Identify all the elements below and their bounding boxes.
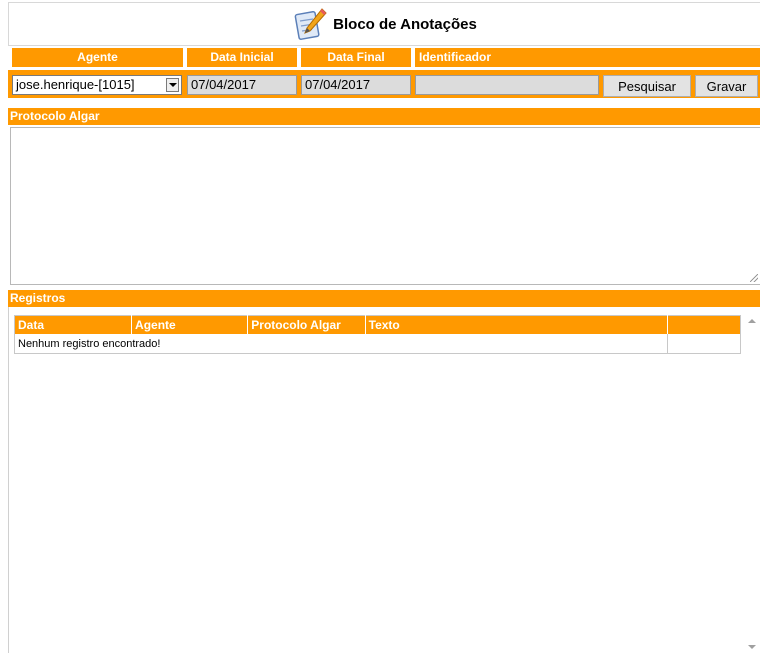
scroll-up-icon[interactable] xyxy=(748,319,756,323)
chevron-down-icon[interactable] xyxy=(166,78,179,92)
identifier-field[interactable] xyxy=(415,75,599,95)
table-header-row: Data Agente Protocolo Algar Texto xyxy=(14,315,741,334)
column-header-protocolo: Protocolo Algar xyxy=(247,315,366,334)
search-button[interactable]: Pesquisar xyxy=(603,75,691,97)
resize-handle-icon[interactable] xyxy=(750,274,758,282)
protocol-textarea[interactable] xyxy=(10,127,760,285)
agent-select-value: jose.henrique-[1015] xyxy=(16,77,135,92)
end-date-header: Data Final xyxy=(301,48,411,67)
page-title: Bloco de Anotações xyxy=(333,15,477,33)
records-table: Data Agente Protocolo Algar Texto Nenhum… xyxy=(14,315,741,354)
agent-select[interactable]: jose.henrique-[1015] xyxy=(12,75,182,95)
agent-header: Agente xyxy=(12,48,183,67)
column-header-agente: Agente xyxy=(131,315,249,334)
table-row: Nenhum registro encontrado! xyxy=(15,334,741,354)
start-date-field[interactable]: 07/04/2017 xyxy=(187,75,297,95)
start-date-header: Data Inicial xyxy=(187,48,297,67)
save-button[interactable]: Gravar xyxy=(695,75,758,97)
title-bar: Bloco de Anotações xyxy=(8,2,760,46)
column-header-actions xyxy=(667,315,741,334)
records-scrollbar[interactable] xyxy=(744,313,760,653)
column-header-texto: Texto xyxy=(365,315,668,334)
records-header: Registros xyxy=(8,290,760,307)
column-header-data: Data xyxy=(14,315,133,334)
identifier-header: Identificador xyxy=(415,48,760,67)
notepad-pencil-icon xyxy=(294,8,327,40)
scroll-down-icon[interactable] xyxy=(748,645,756,649)
empty-message: Nenhum registro encontrado! xyxy=(18,337,161,350)
records-panel xyxy=(8,307,760,653)
end-date-field[interactable]: 07/04/2017 xyxy=(301,75,411,95)
table-cell-empty xyxy=(666,334,741,354)
protocol-header: Protocolo Algar xyxy=(8,108,760,125)
